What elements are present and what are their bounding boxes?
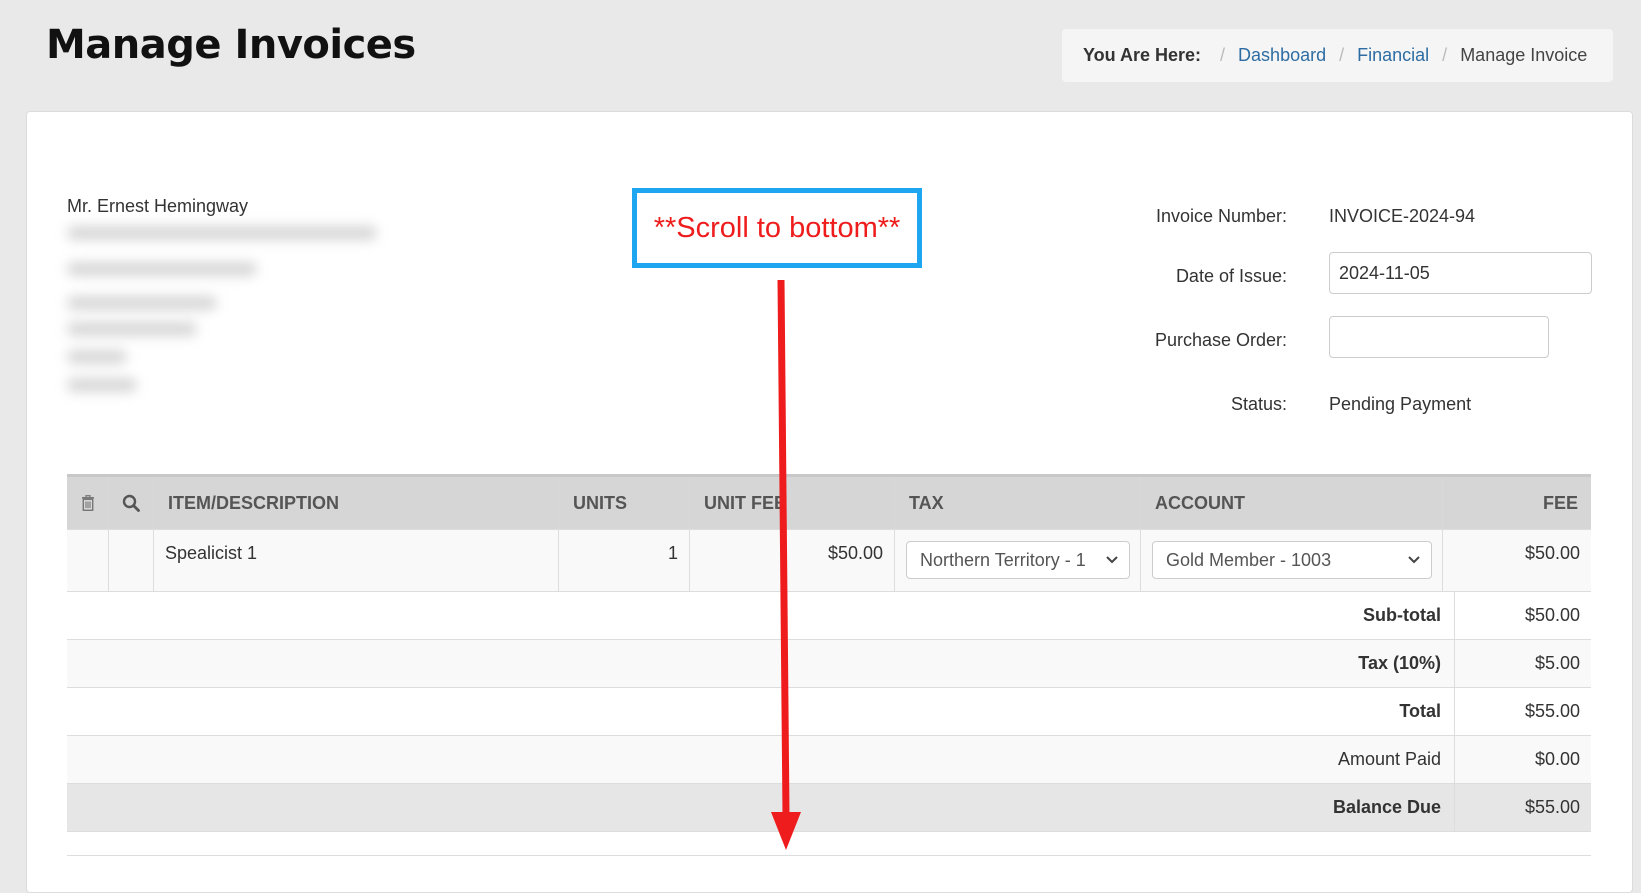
scroll-down-arrow-annotation: [771, 279, 801, 850]
